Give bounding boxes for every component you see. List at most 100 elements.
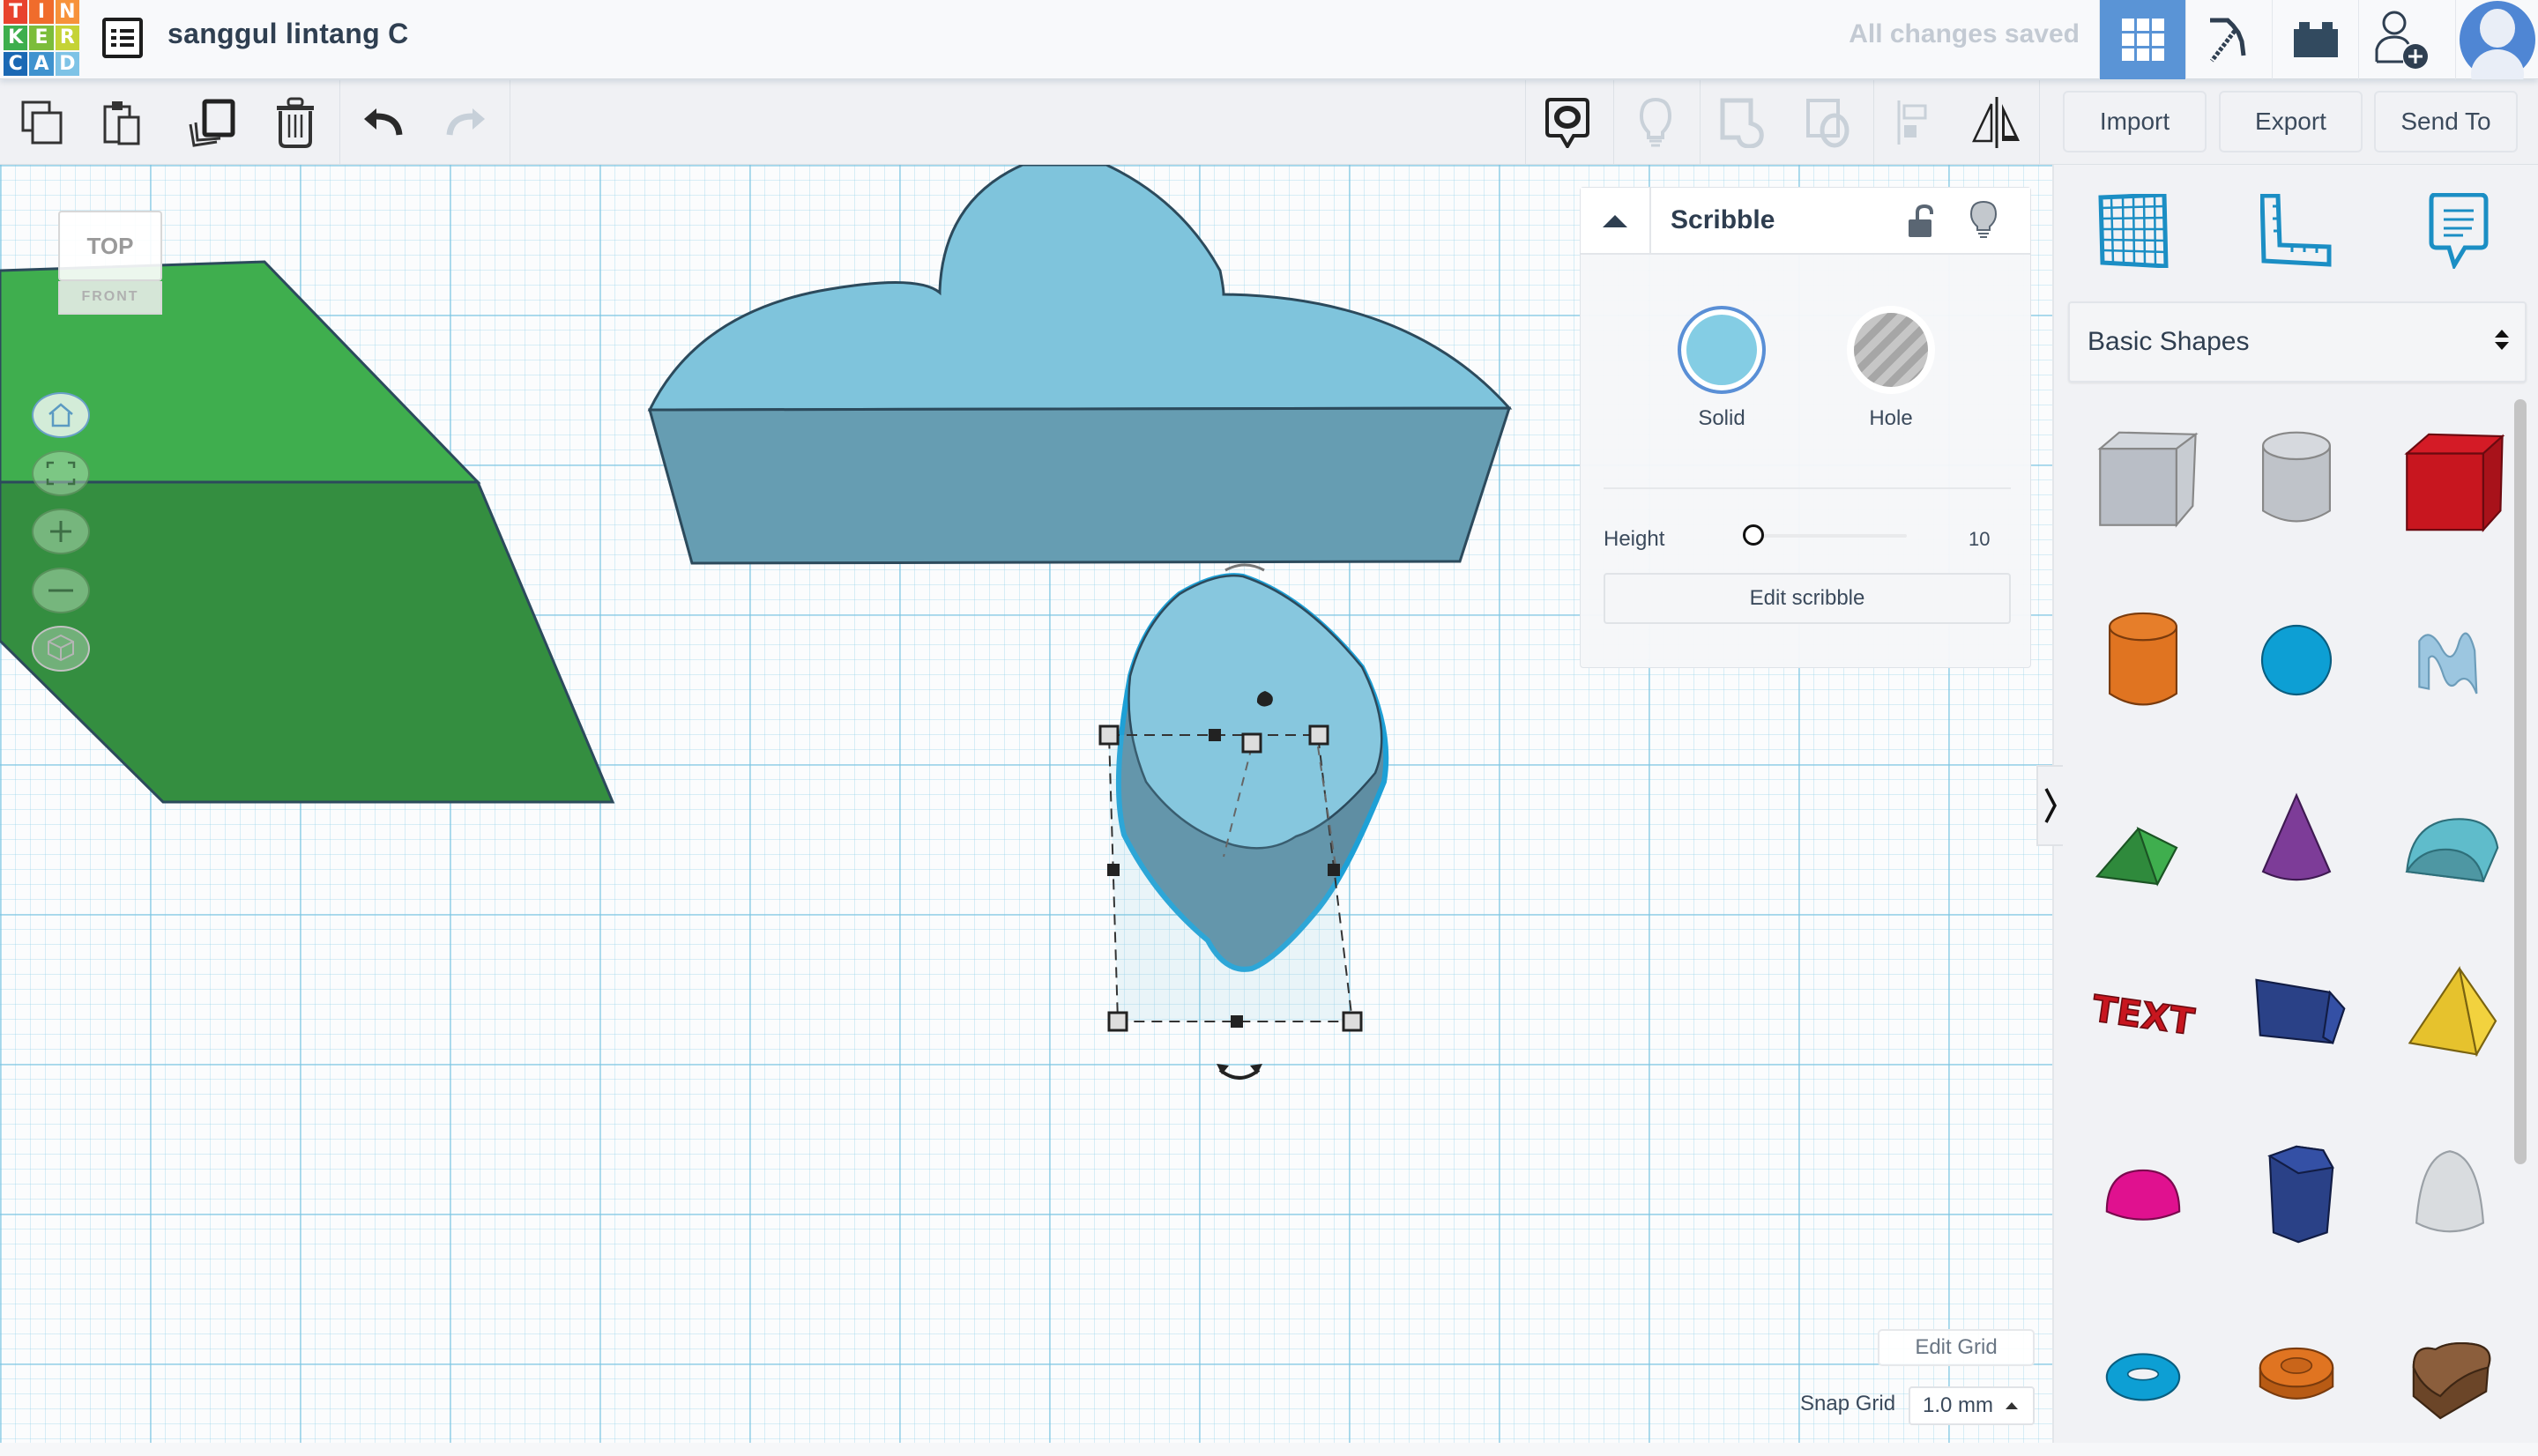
edit-scribble-button[interactable]: Edit scribble [1604,573,2011,624]
app-header: TIN KER CAD sanggul lintang C All changes … [0,0,2538,79]
list-line [111,43,134,47]
shape-item-text[interactable]: TEXT [2068,932,2218,1100]
caret-up-icon [1603,215,1627,227]
rotate-handle-icon [1218,1068,1261,1080]
view-cube-top[interactable]: TOP [58,211,162,281]
view-cube-front[interactable]: FRONT [58,281,162,315]
copy-button[interactable] [16,96,69,149]
group-button[interactable] [1717,96,1770,149]
zoom-out-button[interactable] [32,568,90,613]
logo-tile: T [4,0,28,25]
list-line [111,29,134,33]
trash-icon [277,97,314,148]
updown-arrows-icon [2495,330,2509,350]
blocks-view-button[interactable] [2185,0,2272,79]
inspector-shape-name[interactable]: Scribble [1671,205,1775,235]
design-list-button[interactable] [102,18,143,58]
delete-button[interactable] [269,96,322,149]
shape-item-torus[interactable] [2068,1289,2218,1456]
save-status: All changes saved [1849,19,2080,48]
shapes-scrollbar[interactable] [2514,399,2527,1164]
ortho-view-button[interactable] [32,626,90,672]
green-roof-shape[interactable] [0,260,615,804]
paste-icon [103,101,140,145]
workplane-button[interactable] [2094,191,2173,271]
logo-tile: A [29,51,54,76]
notes-button[interactable] [2419,191,2498,271]
home-view-button[interactable] [32,392,90,438]
fit-view-button[interactable] [32,450,90,496]
panel-toggle-button[interactable] [2036,765,2063,846]
snap-grid-select[interactable]: 1.0 mm [1909,1386,2035,1425]
shape-item-scribble[interactable] [2375,576,2525,744]
shape-item-box-hole[interactable] [2068,398,2218,566]
shape-item-cone[interactable] [2222,754,2371,922]
lock-toggle[interactable] [1907,204,1933,243]
paste-button[interactable] [97,96,150,149]
edit-grid-button[interactable]: Edit Grid [1878,1329,2035,1366]
shape-item-half-sphere[interactable] [2068,1111,2218,1278]
ruler-button[interactable] [2257,191,2336,271]
profile-avatar[interactable] [2455,0,2538,79]
solid-color-swatch[interactable] [1678,306,1766,394]
tinkercad-logo[interactable]: TIN KER CAD [4,0,79,76]
shape-item-roof[interactable] [2068,754,2218,922]
blue-crown-shape[interactable] [647,165,1513,565]
shape-library-select[interactable]: Basic Shapes [2068,301,2527,383]
toolbar-separator [1613,80,1614,165]
notes-toggle-button[interactable] [1541,96,1594,149]
copy-icon [21,100,63,145]
shape-item-paraboloid[interactable] [2375,1111,2525,1278]
home-icon [48,403,73,427]
invite-user-button[interactable] [2358,0,2445,79]
redo-button[interactable] [439,96,492,149]
toolbar-separator [2039,80,2040,165]
logo-tile: E [29,26,54,50]
zoom-in-button[interactable] [32,509,90,554]
ungroup-button[interactable] [1803,96,1856,149]
scribble-shape[interactable] [1098,563,1389,1080]
shape-item-round-roof[interactable] [2375,754,2525,922]
box-icon [2404,433,2505,532]
shape-item-pyramid[interactable] [2375,932,2525,1100]
grid-icon [2121,19,2164,61]
shape-inspector: Scribble Solid Hole Height 10 Edit scrib… [1580,187,2031,668]
visibility-toggle[interactable] [1969,200,1998,243]
send-to-button[interactable]: Send To [2374,91,2518,152]
ruler-icon [2260,194,2332,267]
design-title[interactable]: sanggul lintang C [167,18,409,50]
import-button[interactable]: Import [2063,91,2207,152]
logo-tile: C [4,51,28,76]
height-value[interactable]: 10 [1969,528,1990,551]
shape-item-tube[interactable] [2222,1289,2371,1456]
mirror-icon [1972,97,2020,148]
cube-icon [48,634,74,662]
shape-item-sphere[interactable] [2222,576,2371,744]
duplicate-button[interactable] [185,96,238,149]
hole-swatch[interactable] [1847,306,1935,394]
height-slider-thumb[interactable] [1743,524,1764,546]
chevron-right-icon [2044,788,2057,823]
view-cube[interactable]: TOP FRONT [53,211,166,334]
scribble-icon [2418,632,2478,695]
shape-item-polygon[interactable] [2222,1111,2371,1278]
shape-item-cylinder[interactable] [2068,576,2218,744]
undo-button[interactable] [357,96,410,149]
cylinder-icon [2109,612,2177,706]
align-button[interactable] [1887,96,1939,149]
mirror-button[interactable] [1970,96,2023,149]
shape-item-box[interactable] [2375,398,2525,566]
shape-item-heart[interactable] [2375,1289,2525,1456]
export-button[interactable]: Export [2219,91,2363,152]
roof-icon [2095,827,2178,887]
shape-item-cylinder-hole[interactable] [2222,398,2371,566]
collapse-inspector-button[interactable] [1581,188,1651,255]
bricks-view-button[interactable] [2272,0,2358,79]
height-slider[interactable] [1743,524,1907,546]
add-user-icon [2375,11,2428,69]
3d-design-view-button[interactable] [2099,0,2185,79]
shape-item-wedge[interactable] [2222,932,2371,1100]
caret-up-icon [2006,1402,2019,1409]
show-all-button[interactable] [1629,96,1682,149]
round-roof-icon [2405,818,2499,883]
